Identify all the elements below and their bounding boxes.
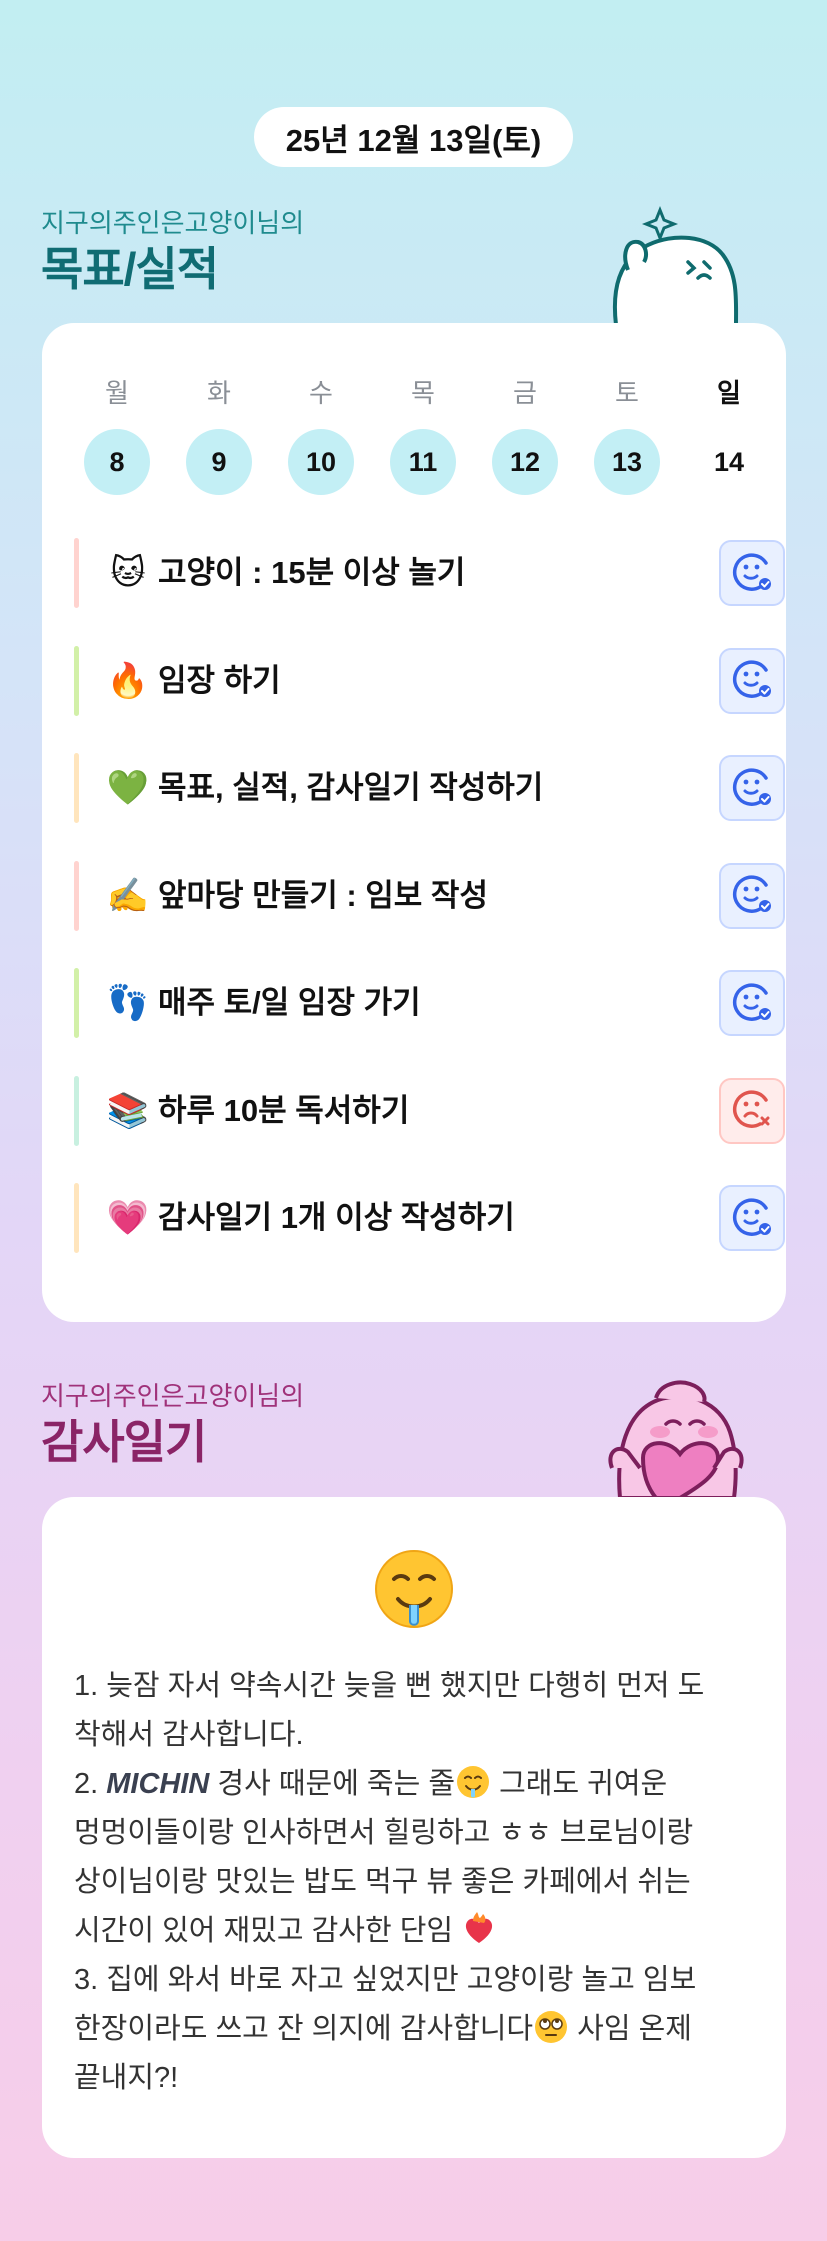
diary-card: 1. 늦잠 자서 약속시간 늦을 뻔 했지만 다행히 먼저 도 착해서 감사합니… bbox=[42, 1497, 786, 2158]
diary-line: 착해서 감사합니다. bbox=[74, 1719, 304, 1751]
goals-card: 월 화 수 목 금 토 일 8 9 10 11 12 13 14 🐱 고양이 : … bbox=[42, 323, 786, 1322]
drooling-face-icon bbox=[457, 1766, 490, 1798]
goal-emoji-icon: 🔥 bbox=[106, 661, 150, 700]
frown-x-icon bbox=[730, 1086, 774, 1135]
diary-line: 한장이라도 쓰고 잔 의지에 감사합니다 사임 온제 bbox=[74, 2005, 764, 2054]
diary-text: 1. 늦잠 자서 약속시간 늦을 뻔 했지만 다행히 먼저 도 착해서 감사합니… bbox=[74, 1662, 764, 2103]
goal-text: 목표, 실적, 감사일기 작성하기 bbox=[158, 770, 544, 805]
day-name-sun: 일 bbox=[717, 378, 741, 408]
heart-on-fire-icon bbox=[466, 1912, 493, 1943]
diary-line: 3. 집에 와서 바로 자고 싶었지만 고양이랑 놀고 임보 bbox=[74, 1964, 697, 1996]
day-name-mon: 월 bbox=[105, 378, 129, 408]
goal-row[interactable]: 💚 목표, 실적, 감사일기 작성하기 bbox=[74, 753, 785, 823]
goal-row[interactable]: 💗 감사일기 1개 이상 작성하기 bbox=[74, 1183, 785, 1253]
goal-color-bar bbox=[74, 1075, 79, 1146]
day-number-14[interactable]: 14 bbox=[696, 429, 762, 495]
goal-row[interactable]: 📚 하루 10분 독서하기 bbox=[74, 1075, 785, 1146]
rolling-eyes-icon bbox=[535, 2011, 568, 2043]
day-number-13[interactable]: 13 bbox=[594, 429, 660, 495]
goal-success-status-button[interactable] bbox=[719, 1185, 785, 1251]
smile-check-icon bbox=[730, 764, 774, 813]
goal-row[interactable]: ✍️ 앞마당 만들기 : 임보 작성 bbox=[74, 860, 785, 931]
goal-success-status-button[interactable] bbox=[719, 540, 785, 606]
diary-line: 상이님이랑 맛있는 밥도 먹구 뷰 좋은 카페에서 쉬는 bbox=[74, 1866, 691, 1898]
day-name-tue: 화 bbox=[207, 378, 231, 408]
day-number-9[interactable]: 9 bbox=[186, 429, 252, 495]
goal-emoji-icon: 💗 bbox=[106, 1199, 150, 1237]
goal-color-bar bbox=[74, 860, 79, 931]
diary-line: 끝내지?! bbox=[74, 2062, 179, 2094]
goal-success-status-button[interactable] bbox=[719, 862, 785, 929]
goals-section-title: 목표/실적 bbox=[41, 243, 219, 295]
diary-line: 1. 늦잠 자서 약속시간 늦을 뻔 했지만 다행히 먼저 도 bbox=[74, 1670, 705, 1702]
goal-success-status-button[interactable] bbox=[719, 647, 785, 714]
diary-highlight-michin: MICHIN bbox=[106, 1768, 210, 1800]
day-number-11[interactable]: 11 bbox=[390, 429, 456, 495]
goal-emoji-icon: 📚 bbox=[106, 1091, 150, 1130]
diary-line: 멍멍이들이랑 인사하면서 힐링하고 ㅎㅎ 브로님이랑 bbox=[74, 1817, 694, 1849]
day-name-sat: 토 bbox=[615, 378, 639, 408]
day-name-fri: 금 bbox=[513, 378, 537, 408]
goal-emoji-icon: ✍️ bbox=[106, 876, 150, 915]
day-name-wed: 수 bbox=[309, 378, 333, 408]
goal-emoji-icon: 🐱 bbox=[110, 554, 146, 592]
goal-text: 하루 10분 독서하기 bbox=[158, 1092, 410, 1128]
day-number-10[interactable]: 10 bbox=[288, 429, 354, 495]
goal-emoji-icon: 👣 bbox=[106, 984, 150, 1022]
goal-text: 임장 하기 bbox=[158, 662, 281, 698]
date-pill[interactable]: 25년 12월 13일(토) bbox=[254, 107, 573, 167]
day-number-12[interactable]: 12 bbox=[492, 429, 558, 495]
goal-color-bar bbox=[74, 645, 79, 716]
goal-fail-status-button[interactable] bbox=[719, 1077, 785, 1144]
diary-text-part: 경사 때문에 죽는 줄 bbox=[209, 1768, 456, 1800]
goal-color-bar bbox=[74, 753, 79, 823]
diary-text-part: 2. bbox=[74, 1768, 107, 1800]
smile-check-icon bbox=[730, 1194, 774, 1243]
diary-text-part: 시간이 있어 재밌고 감사한 단임 bbox=[74, 1915, 454, 1947]
goal-row[interactable]: 👣 매주 토/일 임장 가기 bbox=[74, 968, 785, 1038]
smile-check-icon bbox=[730, 656, 774, 705]
goal-text: 매주 토/일 임장 가기 bbox=[158, 985, 421, 1020]
diary-text-part: 한장이라도 쓰고 잔 의지에 감사합니다 bbox=[74, 2013, 534, 2045]
goal-color-bar bbox=[74, 538, 79, 608]
diary-text-part: 그래도 귀여운 bbox=[491, 1768, 668, 1800]
diary-line: 2. MICHIN 경사 때문에 죽는 줄 그래도 귀여운 bbox=[74, 1760, 764, 1809]
smile-check-icon bbox=[730, 979, 774, 1028]
goal-text: 고양이 : 15분 이상 놀기 bbox=[158, 555, 466, 590]
smile-check-icon bbox=[730, 549, 774, 598]
diary-text-part: 사임 온제 bbox=[569, 2013, 692, 2045]
diary-line: 시간이 있어 재밌고 감사한 단임 bbox=[74, 1907, 764, 1956]
goal-emoji-icon: 💚 bbox=[106, 769, 150, 807]
goal-color-bar bbox=[74, 1183, 79, 1253]
pink-mascot-heart-icon bbox=[608, 1380, 744, 1498]
day-number-8[interactable]: 8 bbox=[84, 429, 150, 495]
ghost-mascot-icon bbox=[612, 205, 739, 325]
drooling-face-icon bbox=[375, 1550, 453, 1628]
goal-success-status-button[interactable] bbox=[719, 970, 785, 1036]
diary-section-title: 감사일기 bbox=[41, 1416, 207, 1468]
day-name-thu: 목 bbox=[411, 378, 435, 408]
smile-check-icon bbox=[730, 871, 774, 920]
goal-text: 앞마당 만들기 : 임보 작성 bbox=[158, 877, 488, 913]
goal-row[interactable]: 🔥 임장 하기 bbox=[74, 645, 785, 716]
goal-text: 감사일기 1개 이상 작성하기 bbox=[158, 1200, 515, 1235]
goal-row[interactable]: 🐱 고양이 : 15분 이상 놀기 bbox=[74, 538, 785, 608]
goal-color-bar bbox=[74, 968, 79, 1038]
goal-success-status-button[interactable] bbox=[719, 755, 785, 821]
